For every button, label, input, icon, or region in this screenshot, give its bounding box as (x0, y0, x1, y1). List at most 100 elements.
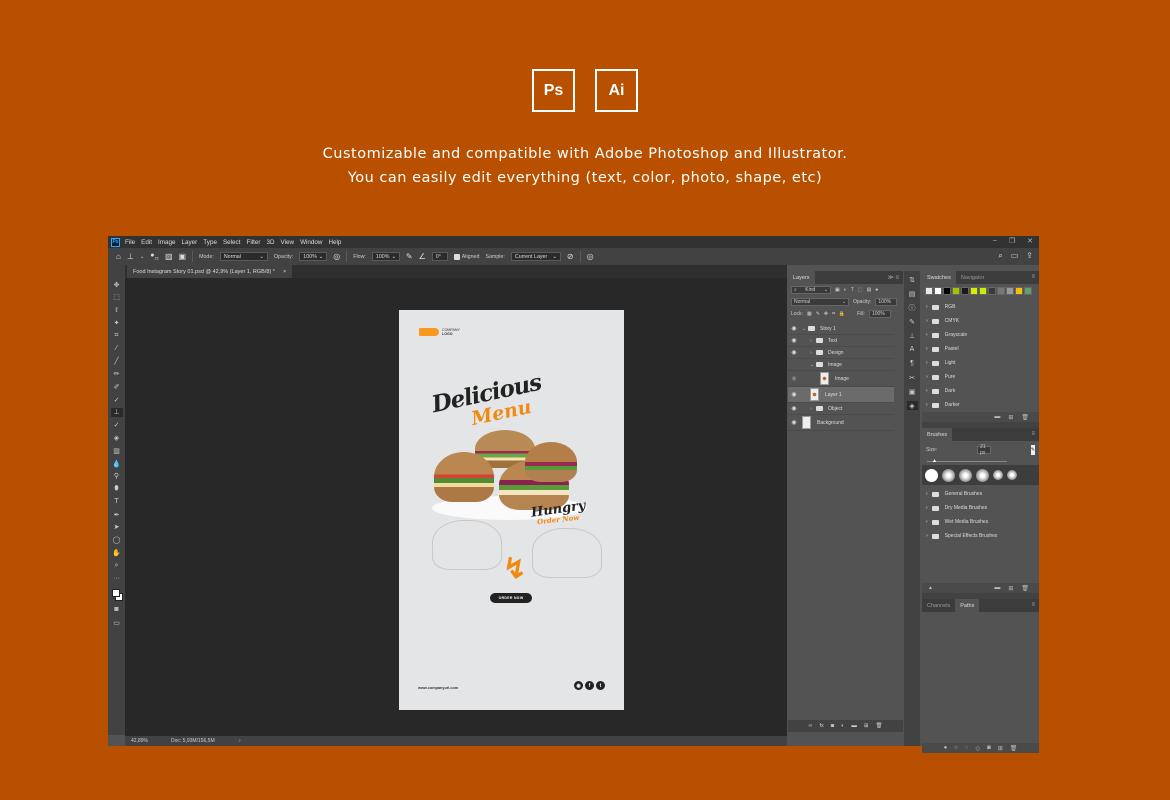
swatch-group[interactable]: › Grayscale (922, 328, 1039, 342)
panel-menu-icon[interactable]: ≡ (1031, 602, 1035, 608)
history-icon[interactable]: ⇅ (907, 275, 918, 284)
home-icon[interactable]: ⌂ (116, 252, 121, 261)
menu-3d[interactable]: 3D (266, 239, 274, 246)
filter-smart-object-icon[interactable]: ▤ (867, 287, 872, 293)
menu-type[interactable]: Type (203, 239, 217, 246)
zoom-level[interactable]: 42,89% (131, 738, 171, 744)
color-swatch[interactable] (961, 287, 969, 295)
color-swatch[interactable] (1006, 287, 1014, 295)
mixer-brush-tool-icon[interactable]: ✓ (111, 395, 123, 404)
eraser-tool-icon[interactable]: ◈ (111, 433, 123, 442)
menu-edit[interactable]: Edit (141, 239, 152, 246)
opacity-input[interactable]: 100% ⌄ (299, 252, 328, 261)
hand-tool-icon[interactable]: ✋ (111, 548, 123, 557)
delete-layer-icon[interactable]: 🗑 (875, 723, 882, 729)
toggle-brush-settings-icon[interactable]: ✎ (1030, 445, 1035, 455)
color-swatch[interactable] (988, 287, 996, 295)
stroke-path-icon[interactable]: ○ (954, 745, 958, 751)
brush-group[interactable]: › Wet Media Brushes (922, 515, 1039, 529)
kind-filter-select[interactable]: ⌕ Kind ⌄ (791, 286, 831, 294)
info-icon[interactable]: ⓘ (907, 303, 918, 312)
lasso-tool-icon[interactable]: ℓ (111, 306, 123, 315)
color-swatch[interactable] (1015, 287, 1023, 295)
new-layer-icon[interactable]: ⊞ (864, 723, 869, 729)
visibility-eye-icon[interactable]: ◉ (788, 361, 800, 368)
color-swatch[interactable] (979, 287, 987, 295)
libraries-icon[interactable]: ▤ (907, 289, 918, 298)
swatch-group[interactable]: › RGB (922, 300, 1039, 314)
tab-brushes[interactable]: Brushes (922, 428, 953, 441)
make-work-path-icon[interactable]: ◇ (975, 745, 980, 752)
pressure-size-icon[interactable]: ◎ (587, 252, 594, 261)
new-brush-icon[interactable]: ⊞ (1008, 585, 1013, 592)
gradient-tool-icon[interactable]: ▥ (111, 446, 123, 455)
color-swatch[interactable] (943, 287, 951, 295)
brush-tip[interactable] (976, 468, 989, 482)
color-swatch[interactable] (970, 287, 978, 295)
restore-icon[interactable]: ❐ (1009, 237, 1015, 245)
layer-row[interactable]: ◉ › Design (788, 347, 894, 359)
blur-tool-icon[interactable]: 💧 (111, 459, 123, 468)
fill-input[interactable]: 100% (868, 310, 891, 318)
panel-menu-icon[interactable]: ≫ ≡ (888, 274, 899, 281)
lock-position-icon[interactable]: ✥ (824, 311, 828, 317)
magic-wand-tool-icon[interactable]: ✦ (111, 318, 123, 327)
filter-adjustment-icon[interactable]: ◐ (844, 287, 847, 293)
layer-style-icon[interactable]: fx (819, 723, 823, 729)
brush-tip[interactable] (942, 468, 955, 482)
ellipse-tool-icon[interactable]: ◯ (111, 536, 123, 545)
more-tools-icon[interactable]: ··· (111, 574, 123, 583)
delete-swatch-icon[interactable]: 🗑 (1021, 414, 1029, 421)
status-chevron-icon[interactable]: › (239, 738, 241, 744)
artboard[interactable]: COMPANY LOGO Delicious Menu Hungry Order… (399, 310, 624, 710)
swatch-group[interactable]: › Dark (922, 384, 1039, 398)
layer-row[interactable]: ◉ ⌄ Story 1 (788, 323, 894, 335)
visibility-eye-icon[interactable]: ◉ (788, 349, 800, 356)
path-selection-tool-icon[interactable]: ➤ (111, 523, 123, 532)
clone-stamp-tool-icon[interactable]: ⊥ (110, 407, 123, 417)
flow-input[interactable]: 100% ⌄ (371, 252, 400, 261)
swatch-group[interactable]: › CMYK (922, 314, 1039, 328)
delete-brush-icon[interactable]: 🗑 (1021, 585, 1029, 592)
menu-filter[interactable]: Filter (246, 239, 260, 246)
menu-help[interactable]: Help (328, 239, 341, 246)
visibility-eye-icon[interactable]: ◉ (788, 337, 800, 344)
close-icon[interactable]: ✕ (1027, 237, 1033, 245)
brush-tip[interactable] (925, 468, 938, 482)
mode-select[interactable]: Normal ⌄ (219, 252, 268, 261)
visibility-eye-icon[interactable]: ◉ (788, 419, 800, 426)
new-swatch-icon[interactable]: ⊞ (1008, 414, 1013, 421)
paragraph-icon[interactable]: ¶ (907, 359, 918, 368)
brush-preset-icon[interactable]: ●21 (150, 252, 159, 260)
brush-group[interactable]: › General Brushes (922, 487, 1039, 501)
airbrush-icon[interactable]: ✎ (406, 252, 413, 261)
tab-navigator[interactable]: Navigator (956, 271, 990, 284)
ignore-adjustment-icon[interactable]: ⊘ (567, 252, 574, 261)
search-icon[interactable]: ⌕ (998, 251, 1002, 261)
layer-row[interactable]: ◉ › Text (788, 335, 894, 347)
color-swatches[interactable] (111, 588, 123, 602)
add-mask-icon[interactable]: ◙ (987, 745, 991, 751)
menu-layer[interactable]: Layer (182, 239, 198, 246)
brush-tool-icon[interactable]: ✏ (111, 369, 123, 378)
layer-row[interactable]: ◉ › Object (788, 403, 894, 415)
link-layers-icon[interactable]: ∞ (809, 723, 813, 729)
pen-tool-icon[interactable]: ✒ (111, 510, 123, 519)
foreground-color-icon[interactable] (111, 588, 120, 597)
type-tool-icon[interactable]: T (111, 497, 123, 506)
healing-brush-tool-icon[interactable]: ╱ (111, 357, 123, 366)
eyedropper-tool-icon[interactable]: ⁄ (111, 344, 123, 353)
panel-menu-icon[interactable]: ≡ (1031, 431, 1035, 437)
marquee-tool-icon[interactable]: ⬚ (111, 293, 123, 302)
swatch-group[interactable]: › Pastel (922, 342, 1039, 356)
move-tool-icon[interactable]: ✥ (111, 280, 123, 289)
clone-source-icon[interactable]: ▣ (179, 252, 187, 261)
tab-swatches[interactable]: Swatches (922, 271, 956, 284)
pressure-opacity-icon[interactable]: ◎ (333, 252, 340, 261)
new-group-icon[interactable]: ▬ (851, 723, 857, 729)
layer-row[interactable]: ◉ ⌄ Image (788, 359, 894, 371)
quick-mask-icon[interactable]: ◙ (111, 605, 123, 614)
clone-source-icon[interactable]: ⊥ (907, 331, 918, 340)
document-tab[interactable]: Food Instagram Story 01.psd @ 42,9% (Lay… (127, 265, 293, 278)
color-swatch[interactable] (925, 287, 933, 295)
